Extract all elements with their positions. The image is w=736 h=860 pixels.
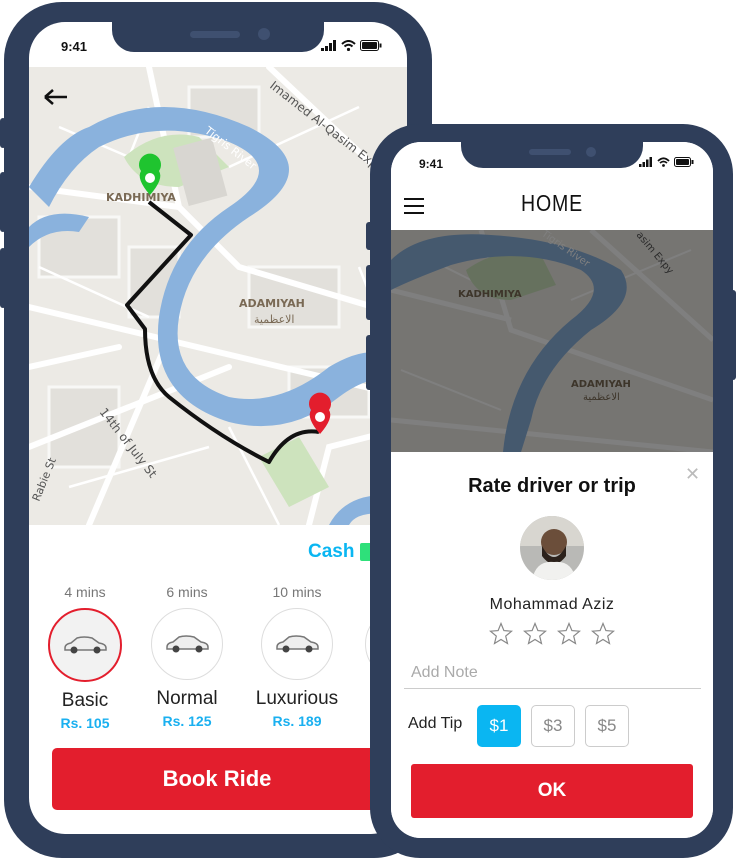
car-option-normal[interactable]: 6 mins Normal Rs. 125	[137, 582, 237, 729]
car-icon	[48, 608, 122, 682]
status-time: 9:41	[61, 39, 88, 54]
battery-icon	[360, 40, 382, 51]
tip-option-3[interactable]: $3	[531, 705, 575, 747]
tip-option-5[interactable]: $5	[585, 705, 629, 747]
right-notch	[461, 142, 643, 168]
note-underline	[404, 688, 701, 689]
car-name: Basic	[61, 690, 109, 711]
ok-button[interactable]: OK	[411, 764, 693, 818]
battery-icon	[674, 157, 694, 167]
map-label-kadhimiya: KADHIMIYA	[106, 191, 176, 204]
close-icon[interactable]: ✕	[685, 464, 700, 485]
status-icons	[321, 40, 382, 51]
star-icon	[557, 622, 581, 645]
car-option-luxurious[interactable]: 10 mins Luxurious Rs. 189	[247, 582, 347, 729]
back-arrow-icon[interactable]	[43, 87, 69, 107]
star-icon	[489, 622, 513, 645]
car-option-basic[interactable]: 4 mins Basic Rs. 105	[35, 582, 135, 731]
home-map: Tigris River asim Expy KADHIMIYA ADAMIYA…	[391, 230, 713, 452]
star-icon	[523, 622, 547, 645]
car-icon	[261, 608, 333, 680]
wifi-icon	[657, 157, 670, 167]
left-notch	[112, 22, 324, 52]
map-label-adamiyah: ADAMIYAH	[239, 297, 305, 310]
signal-icon	[639, 157, 652, 167]
avatar	[520, 516, 584, 580]
modal-overlay	[391, 230, 713, 452]
car-eta: 4 mins	[64, 584, 106, 600]
wifi-icon	[341, 40, 356, 51]
car-name: Normal	[156, 688, 218, 709]
rating-title: Rate driver or trip	[468, 475, 636, 497]
rating-stars[interactable]	[489, 622, 615, 645]
status-icons	[639, 157, 694, 167]
car-price: Rs. 189	[272, 713, 322, 729]
right-phone-screen: HOME 9:41 Tigris River asim Expy KADHIMI…	[391, 142, 713, 838]
car-icon	[151, 608, 223, 680]
payment-method[interactable]: Cash	[308, 541, 354, 563]
car-eta: 10 mins	[272, 584, 322, 600]
map-label-adamiyah-ar: الاعظمية	[254, 313, 295, 326]
note-input[interactable]: Add Note	[411, 664, 478, 682]
page-title: HOME	[520, 190, 584, 216]
route-map[interactable]: Imamed Al-Qasim Expy Tigris River KADHIM…	[29, 67, 407, 525]
book-ride-button[interactable]: Book Ride	[52, 748, 382, 810]
status-time: 9:41	[419, 157, 444, 171]
star-icon	[591, 622, 615, 645]
car-name: Luxurious	[255, 688, 339, 709]
signal-icon	[321, 40, 336, 51]
tip-option-1[interactable]: $1	[477, 705, 521, 747]
driver-name: Mohammad Aziz	[489, 596, 615, 613]
rating-sheet: Rate driver or trip ✕ Mohammad Aziz Add …	[391, 452, 713, 838]
tip-label: Add Tip	[408, 715, 463, 732]
car-price: Rs. 105	[60, 715, 110, 731]
car-eta: 6 mins	[166, 584, 208, 600]
car-price: Rs. 125	[162, 713, 212, 729]
left-phone-screen: 9:41 Imamed Al-Qasim Expy Tigris River K…	[29, 22, 407, 834]
